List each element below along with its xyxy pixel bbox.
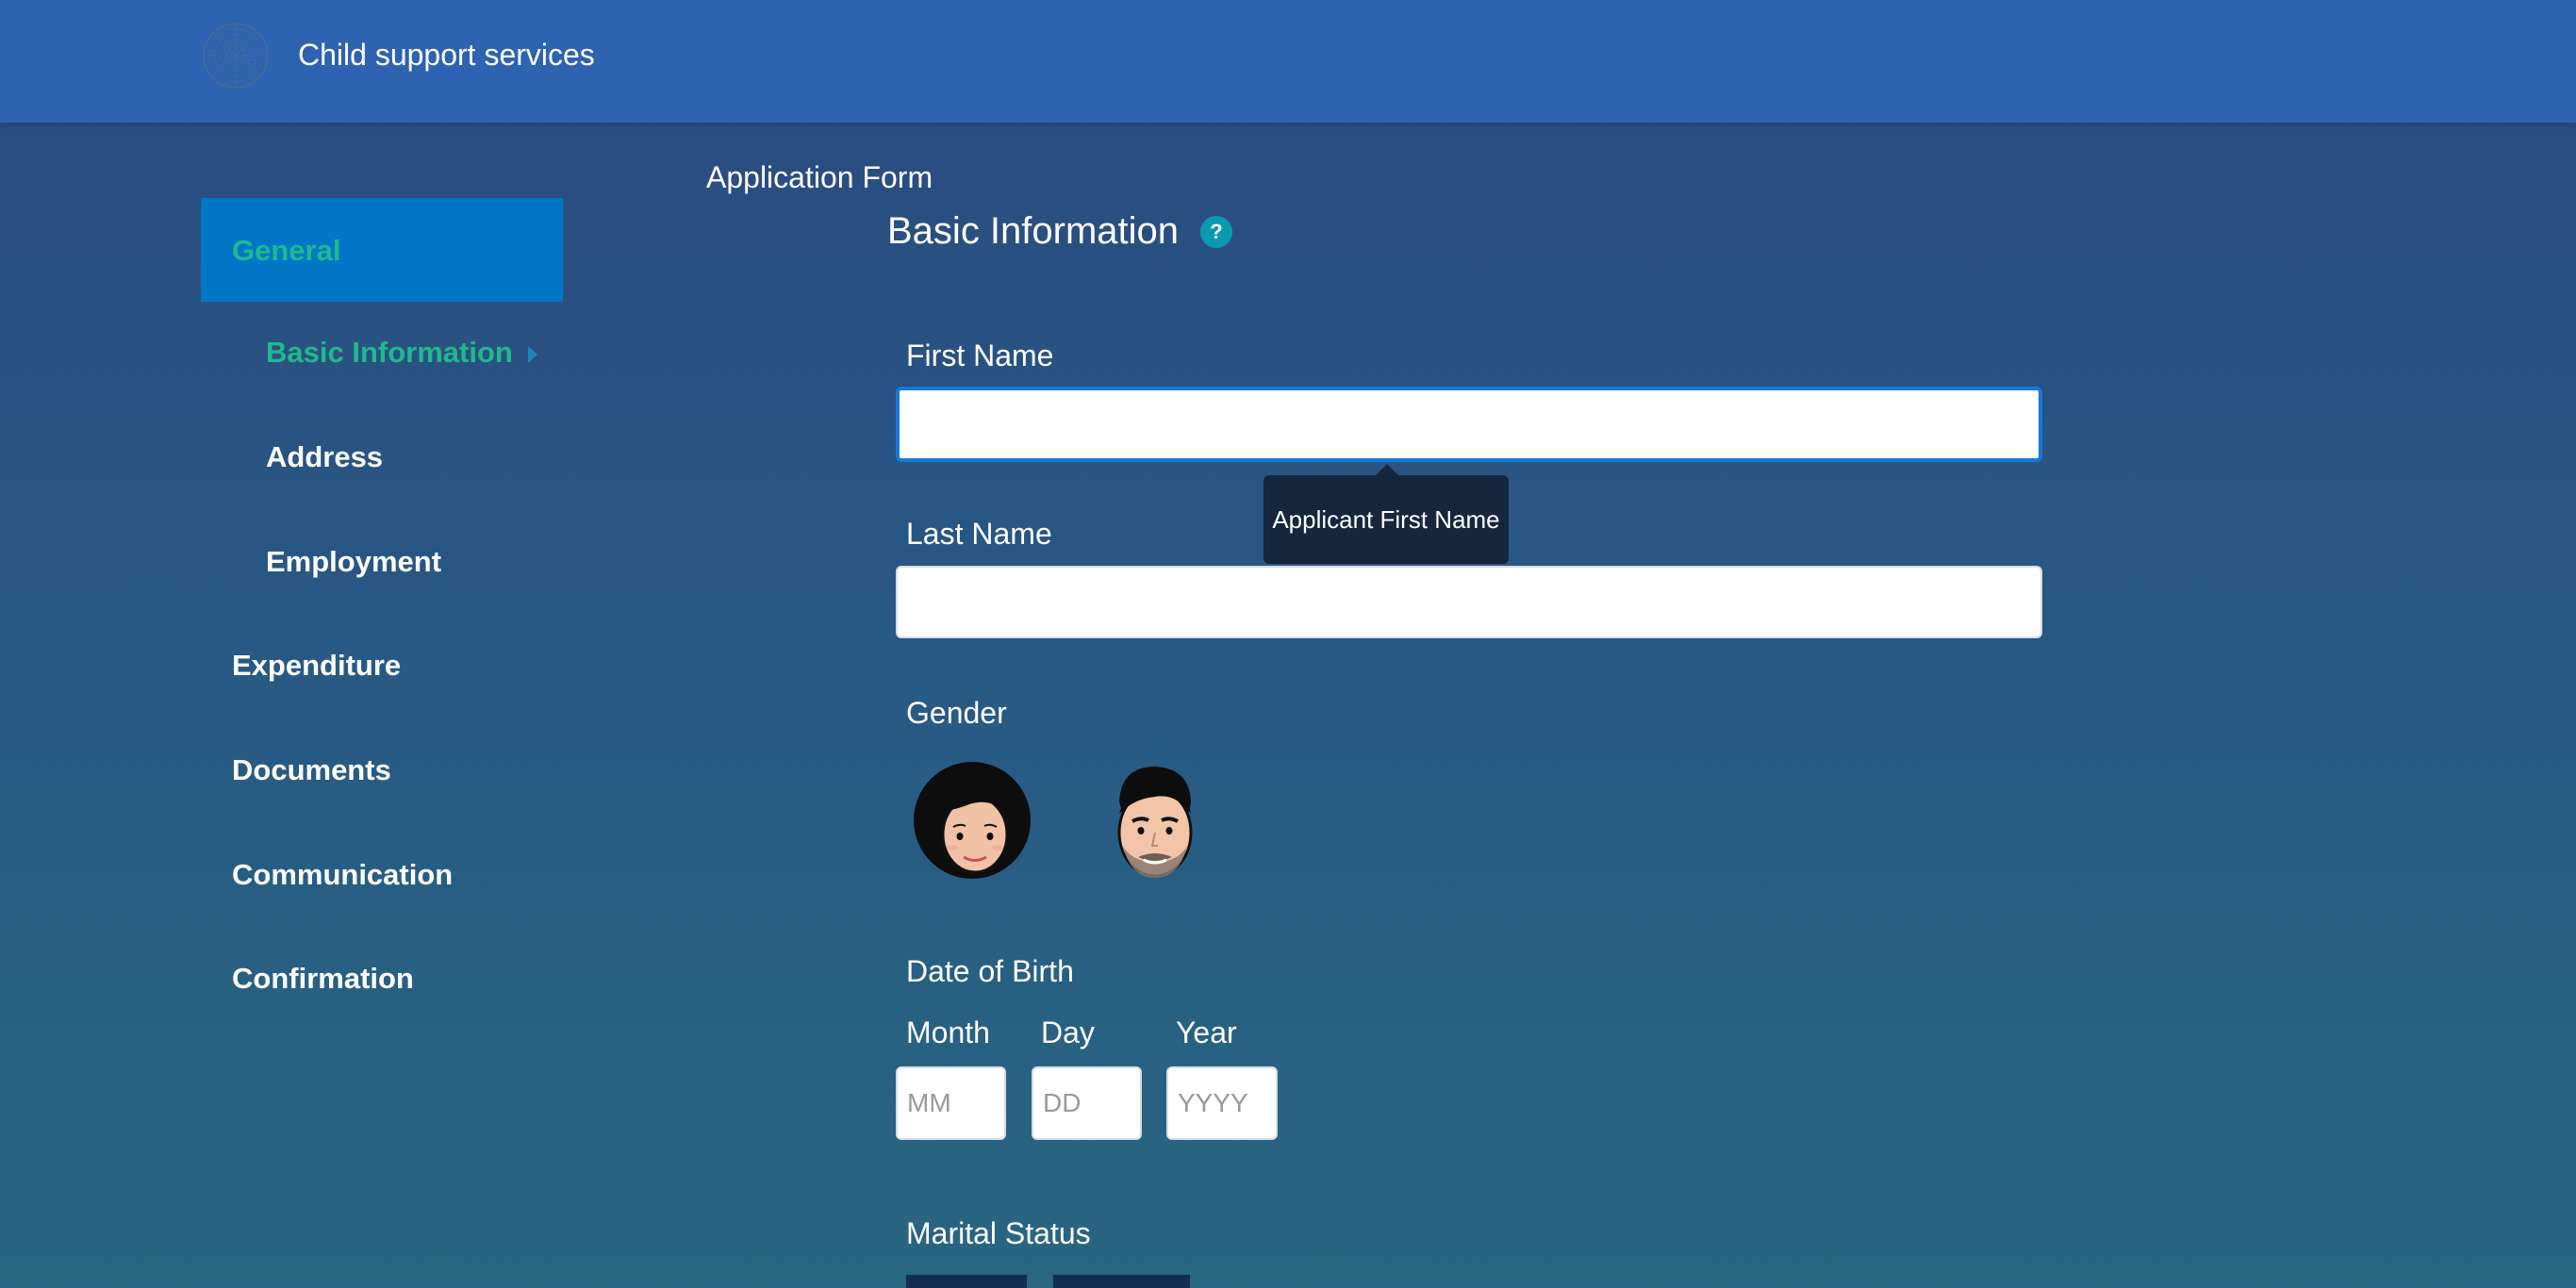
section-title: Basic Information (887, 210, 1180, 252)
marital-option-button[interactable] (906, 1275, 1027, 1288)
sidebar-item-label: Documents (232, 753, 391, 786)
sidebar-item-basic-information[interactable]: Basic Information (266, 336, 537, 370)
dob-year-input[interactable] (1166, 1066, 1278, 1140)
help-icon[interactable]: ? (1200, 216, 1232, 248)
marital-status-label: Marital Status (906, 1216, 1091, 1250)
caret-right-icon (527, 345, 537, 363)
sidebar-item-label: Employment (266, 545, 442, 578)
marital-option-button[interactable] (1053, 1275, 1190, 1288)
female-avatar-icon[interactable] (911, 759, 1033, 882)
sidebar-item-expenditure[interactable]: Expenditure (232, 649, 401, 683)
sidebar-item-label: Confirmation (232, 962, 414, 995)
sidebar-item-communication[interactable]: Communication (232, 858, 453, 892)
top-bar: Child support services (0, 0, 2576, 123)
first-name-label: First Name (906, 339, 1054, 372)
globe-dots-logo (203, 23, 269, 89)
year-label: Year (1176, 1016, 1237, 1049)
first-name-input[interactable] (896, 387, 2042, 462)
sidebar-item-employment[interactable]: Employment (266, 545, 441, 579)
form-title: Application Form (706, 160, 933, 194)
last-name-label: Last Name (906, 517, 1052, 551)
gender-label: Gender (906, 696, 1007, 730)
month-label: Month (906, 1016, 990, 1049)
app-title: Child support services (298, 38, 595, 72)
male-avatar-icon[interactable] (1093, 759, 1215, 882)
sidebar-item-label: Basic Information (266, 336, 513, 369)
dob-day-input[interactable] (1032, 1066, 1142, 1140)
sidebar-item-address[interactable]: Address (266, 440, 383, 474)
dob-month-input[interactable] (896, 1066, 1006, 1140)
sidebar-item-label: Address (266, 440, 384, 473)
sidebar-item-label: Communication (232, 858, 454, 891)
first-name-tooltip: Applicant First Name (1263, 475, 1509, 564)
sidebar-item-documents[interactable]: Documents (232, 753, 391, 787)
day-label: Day (1041, 1016, 1095, 1049)
sidebar-item-confirmation[interactable]: Confirmation (232, 962, 414, 996)
sidebar-item-label: Expenditure (232, 649, 402, 682)
tooltip-arrow (1376, 464, 1398, 475)
date-of-birth-label: Date of Birth (906, 954, 1074, 988)
sidebar-item-general[interactable]: General (201, 198, 563, 302)
sidebar-item-label: General (232, 234, 341, 267)
last-name-input[interactable] (896, 566, 2042, 638)
